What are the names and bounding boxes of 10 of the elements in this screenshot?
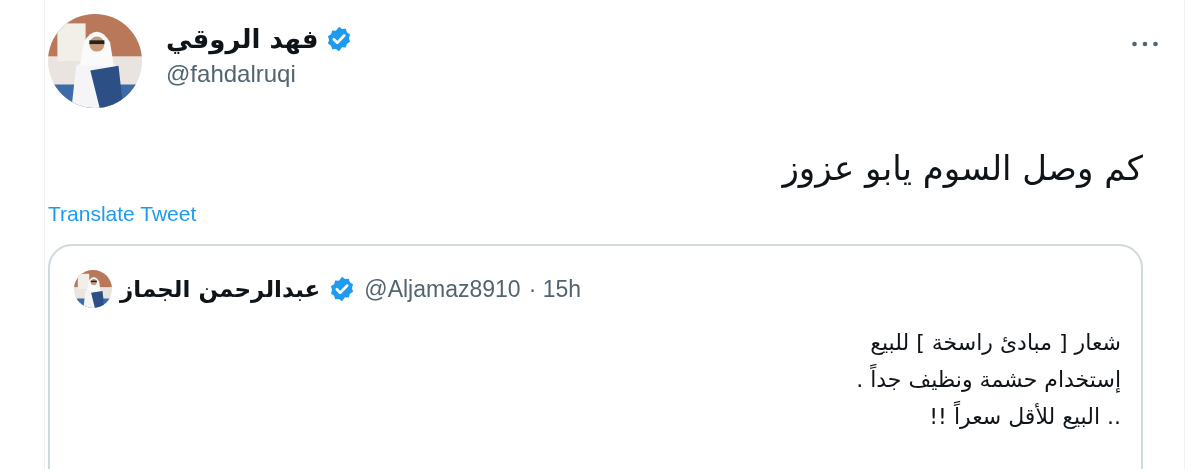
quoted-tweet-time: · 15h	[528, 275, 582, 303]
quoted-tweet-line: .. البيع للأقل سعراً !!	[929, 401, 1121, 431]
tweet-text: كم وصل السوم يابو عزوز	[782, 148, 1143, 188]
author-name[interactable]: فهد الروقي	[166, 24, 319, 54]
quoted-author-handle: @Aljamaz8910	[364, 275, 521, 303]
quoted-author-name: عبدالرحمن الجماز	[120, 276, 321, 302]
more-options-icon[interactable]	[1131, 40, 1159, 48]
quoted-tweet-line: إستخدام حشمة ونظيف جداً .	[856, 364, 1121, 395]
quoted-tweet-line: شعار [ مبادئ راسخة ] للبيع	[870, 329, 1121, 357]
author-handle[interactable]: @fahdalruqi	[166, 60, 353, 88]
